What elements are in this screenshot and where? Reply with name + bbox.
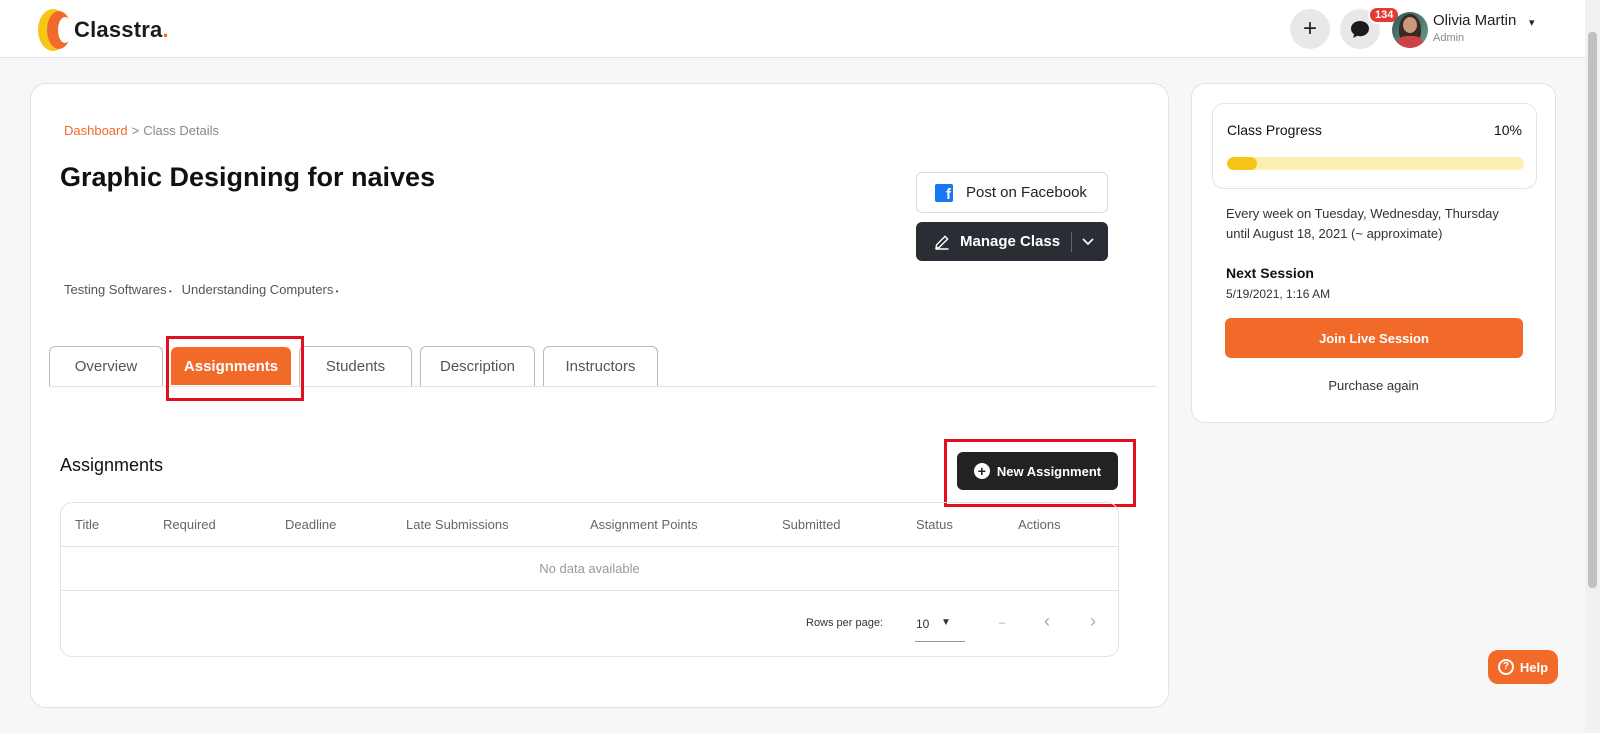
help-button[interactable]: ? Help: [1488, 650, 1558, 684]
column-header[interactable]: Title: [75, 517, 99, 532]
progress-percent: 10%: [1493, 122, 1522, 138]
column-header[interactable]: Deadline: [285, 517, 336, 532]
progress-box: Class Progress 10%: [1212, 103, 1537, 189]
progress-bar: [1227, 157, 1524, 170]
rows-per-page-label: Rows per page:: [806, 617, 884, 629]
tab-description[interactable]: Description: [420, 346, 535, 386]
scrollbar[interactable]: [1585, 0, 1600, 733]
column-header[interactable]: Submitted: [782, 517, 841, 532]
prev-page-icon[interactable]: ‹: [1044, 611, 1050, 632]
class-tags: Testing Softwares Understanding Computer…: [64, 282, 338, 297]
button-divider: [1071, 231, 1073, 252]
user-role: Admin: [1433, 32, 1465, 44]
assignments-table: Title Required Deadline Late Submissions…: [60, 502, 1119, 657]
tab-instructors[interactable]: Instructors: [543, 346, 658, 386]
column-header[interactable]: Actions: [1018, 517, 1061, 532]
manage-class-button[interactable]: Manage Class: [916, 222, 1108, 261]
chat-icon: [1351, 20, 1369, 38]
column-header[interactable]: Assignment Points: [590, 517, 698, 532]
avatar[interactable]: [1392, 12, 1428, 48]
column-header[interactable]: Status: [916, 517, 953, 532]
rows-per-page-select[interactable]: 10 ▼: [915, 608, 965, 642]
breadcrumb-dashboard-link[interactable]: Dashboard: [64, 123, 128, 138]
class-details-card: Dashboard > Class Details Graphic Designin…: [30, 83, 1169, 708]
post-on-facebook-label: Post on Facebook: [966, 184, 1087, 201]
column-header[interactable]: Late Submissions: [406, 517, 509, 532]
highlight-box: [166, 336, 304, 401]
tab-overview[interactable]: Overview: [49, 346, 163, 386]
manage-class-label: Manage Class: [960, 233, 1061, 250]
chevron-down-icon[interactable]: [1082, 237, 1094, 246]
facebook-icon: f: [935, 183, 953, 202]
add-button[interactable]: +: [1290, 9, 1330, 49]
next-session-date: 5/19/2021, 1:16 AM: [1226, 287, 1331, 301]
column-header[interactable]: Required: [163, 517, 216, 532]
rows-per-page-value: 10: [916, 617, 930, 631]
help-label: Help: [1519, 659, 1549, 675]
schedule-line: until August 18, 2021 (~ approximate): [1226, 226, 1443, 241]
progress-bar-fill: [1227, 157, 1257, 170]
table-header: Title Required Deadline Late Submissions…: [61, 503, 1118, 547]
highlight-box: [944, 439, 1136, 507]
question-icon: ?: [1497, 659, 1514, 675]
user-menu-caret-icon[interactable]: ▾: [1529, 16, 1535, 29]
tag-item: Testing Softwares: [64, 282, 172, 297]
assignments-section-title: Assignments: [60, 455, 164, 475]
tab-students[interactable]: Students: [299, 346, 412, 386]
logo[interactable]: Classtra.: [38, 9, 169, 51]
next-page-icon[interactable]: ›: [1090, 611, 1096, 632]
progress-label: Class Progress: [1227, 122, 1322, 138]
scrollbar-thumb[interactable]: [1588, 32, 1597, 588]
page-range: –: [999, 617, 1006, 629]
schedule-line: Every week on Tuesday, Wednesday, Thursd…: [1226, 206, 1499, 221]
logo-mark-icon: [38, 9, 72, 51]
post-on-facebook-button[interactable]: f Post on Facebook: [916, 172, 1108, 213]
page-title: Graphic Designing for naives: [60, 162, 436, 192]
user-name[interactable]: Olivia Martin: [1433, 12, 1516, 29]
breadcrumb-separator: >: [131, 123, 140, 138]
top-navbar: Classtra. + 134 Olivia Martin Admin ▾: [0, 0, 1585, 58]
no-data-message: No data available: [61, 547, 1118, 591]
breadcrumb: Dashboard > Class Details: [64, 123, 219, 138]
pencil-icon: [935, 234, 949, 250]
join-live-session-button[interactable]: Join Live Session: [1225, 318, 1523, 358]
caret-down-icon: ▼: [941, 617, 951, 628]
class-progress-card: Class Progress 10% Every week on Tuesday…: [1191, 83, 1556, 423]
plus-icon: +: [1302, 15, 1317, 42]
tag-item: Understanding Computers: [182, 282, 339, 297]
breadcrumb-current: Class Details: [143, 123, 220, 138]
purchase-again-link[interactable]: Purchase again: [1192, 378, 1555, 393]
logo-text: Classtra.: [74, 17, 169, 42]
next-session-title: Next Session: [1226, 265, 1314, 281]
schedule-text: Every week on Tuesday, Wednesday, Thursd…: [1226, 204, 1526, 244]
